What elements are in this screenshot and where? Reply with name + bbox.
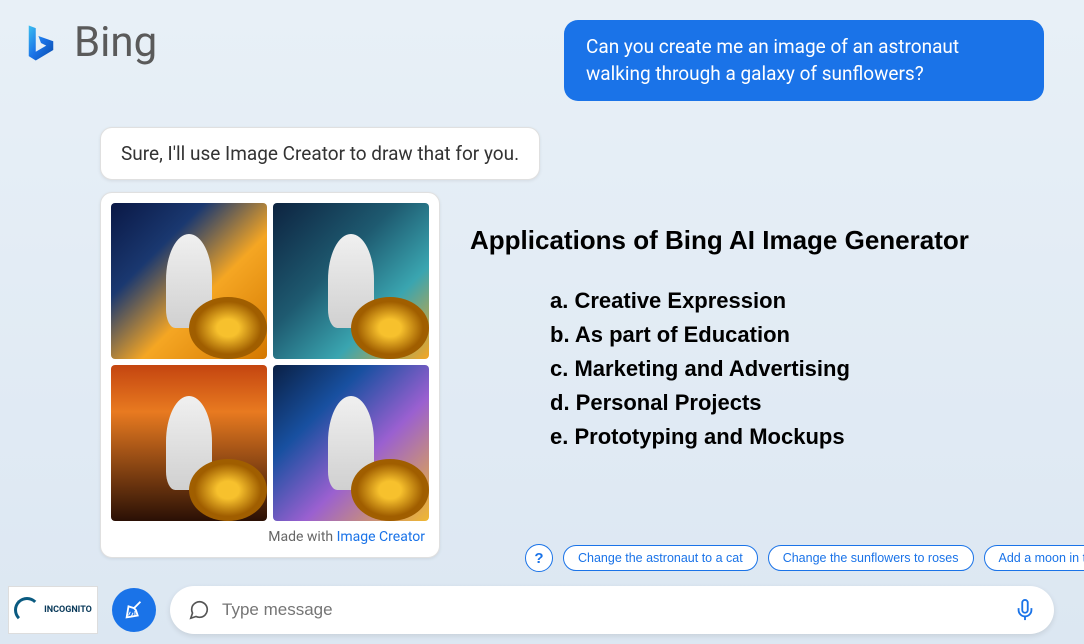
generated-image-2[interactable]	[273, 203, 429, 359]
made-with-label: Made with Image Creator	[111, 521, 429, 547]
generated-image-4[interactable]	[273, 365, 429, 521]
suggestion-pill-1[interactable]: Change the astronaut to a cat	[563, 545, 758, 571]
chat-icon	[188, 599, 210, 621]
new-topic-button[interactable]	[112, 588, 156, 632]
header: Bing Can you create me an image of an as…	[0, 0, 1084, 67]
list-item: c. Marketing and Advertising	[550, 352, 1060, 386]
list-item: b. As part of Education	[550, 318, 1060, 352]
bing-logo[interactable]: Bing	[20, 18, 157, 67]
broom-icon	[123, 599, 145, 621]
bot-message-bubble: Sure, I'll use Image Creator to draw tha…	[100, 127, 540, 180]
image-grid	[111, 203, 429, 521]
generated-image-1[interactable]	[111, 203, 267, 359]
mic-icon[interactable]	[1014, 597, 1036, 623]
generated-image-3[interactable]	[111, 365, 267, 521]
image-creator-link[interactable]: Image Creator	[337, 529, 425, 545]
image-results-card: Made with Image Creator	[100, 192, 440, 558]
suggestion-pill-3[interactable]: Add a moon in the background	[984, 545, 1084, 571]
suggestion-pill-2[interactable]: Change the sunflowers to roses	[768, 545, 974, 571]
list-item: a. Creative Expression	[550, 284, 1060, 318]
message-input-container[interactable]	[170, 586, 1054, 634]
content-title: Applications of Bing AI Image Generator	[470, 225, 1060, 256]
bing-icon	[20, 22, 62, 64]
incognito-badge: INCOGNITO	[8, 586, 98, 634]
suggestions-row: ? Change the astronaut to a cat Change t…	[525, 544, 1084, 572]
list-item: e. Prototyping and Mockups	[550, 420, 1060, 454]
list-item: d. Personal Projects	[550, 386, 1060, 420]
content-panel: Applications of Bing AI Image Generator …	[470, 225, 1060, 454]
content-list: a. Creative Expression b. As part of Edu…	[470, 284, 1060, 454]
bottom-bar: INCOGNITO	[8, 586, 1054, 634]
help-button[interactable]: ?	[525, 544, 553, 572]
brand-text: Bing	[74, 18, 157, 67]
message-input[interactable]	[222, 600, 1002, 620]
user-message-bubble: Can you create me an image of an astrona…	[564, 20, 1044, 101]
